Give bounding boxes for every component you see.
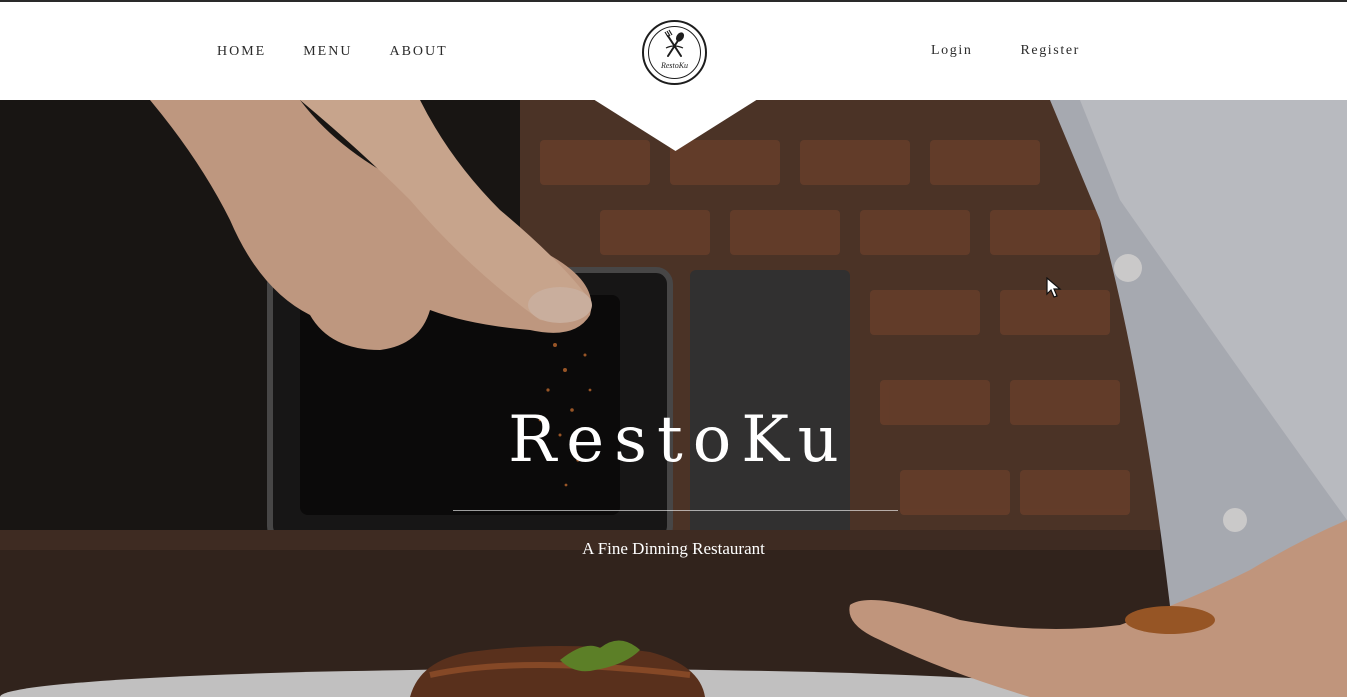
hero-overlay <box>0 100 1347 697</box>
account-nav: Login Register <box>931 43 1080 59</box>
login-link[interactable]: Login <box>931 43 972 59</box>
register-link[interactable]: Register <box>1020 43 1079 59</box>
hero-divider <box>453 510 898 511</box>
site-header: HOME MENU ABOUT RestoKu Login Register <box>0 0 1347 100</box>
hero-title: RestoKu <box>508 403 849 477</box>
mouse-pointer-icon <box>1046 277 1062 298</box>
hero-tagline: A Fine Dinning Restaurant <box>582 539 765 558</box>
nav-home-link[interactable]: HOME <box>217 44 266 60</box>
site-logo[interactable]: RestoKu <box>642 20 707 85</box>
nav-menu-link[interactable]: MENU <box>303 44 352 60</box>
main-nav: HOME MENU ABOUT <box>217 44 448 60</box>
hero-banner: RestoKu A Fine Dinning Restaurant <box>0 100 1347 697</box>
nav-about-link[interactable]: ABOUT <box>389 44 447 60</box>
fork-spoon-emblem-icon <box>664 29 685 57</box>
logo-wordmark: RestoKu <box>660 61 689 70</box>
